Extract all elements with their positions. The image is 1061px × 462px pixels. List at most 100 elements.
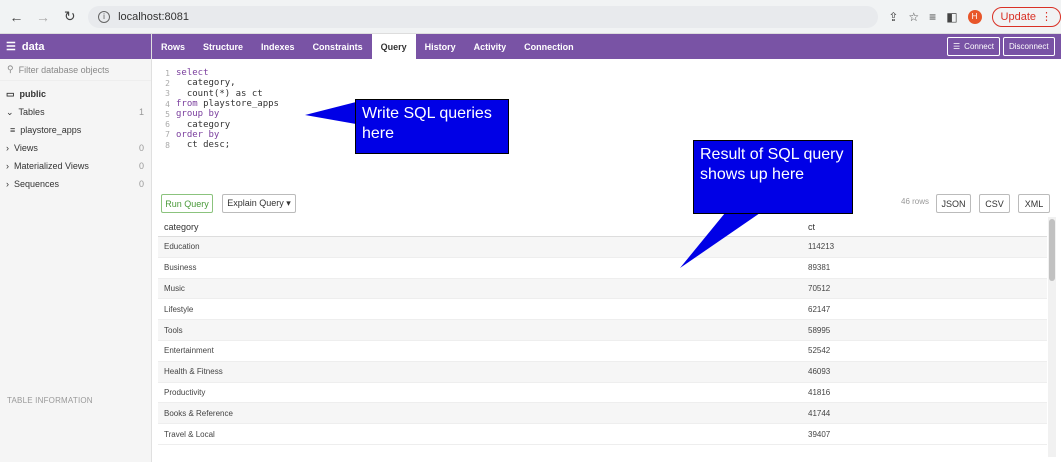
reload-icon[interactable]: ↻ [59,6,80,28]
cell-ct[interactable]: 41744 [802,409,1047,418]
table-row[interactable]: Tools 58995 [158,320,1047,341]
rows-count: 46 rows [901,197,930,206]
folder-icon: ▭ [6,88,15,99]
sidebar-item-label: Tables [18,107,45,117]
editor-line[interactable]: 3 count(*) as ct [152,89,1061,99]
tab-constraints[interactable]: Constraints [304,34,372,59]
table-information-label: TABLE INFORMATION [7,396,93,405]
write-sql-callout: Write SQL queries here [355,99,509,154]
column-header-category[interactable]: category [158,222,802,232]
cell-ct[interactable]: 70512 [802,284,1047,293]
table-row[interactable]: Business 89381 [158,258,1047,279]
back-icon[interactable]: ← [6,6,27,28]
tab-structure[interactable]: Structure [194,34,252,59]
main-panel: Rows Structure Indexes Constraints Query… [152,34,1061,462]
table-row[interactable]: Books & Reference 41744 [158,403,1047,425]
disconnect-button[interactable]: Disconnect [1003,37,1055,56]
run-query-button[interactable]: Run Query [161,194,213,213]
table-row[interactable]: Education 114213 [158,237,1047,258]
sidepanel-icon[interactable]: ◧ [946,10,957,24]
playlist-icon[interactable]: ≡ [929,10,936,24]
cell-ct[interactable]: 58995 [802,326,1047,335]
cell-category[interactable]: Education [158,242,802,251]
scrollbar-thumb[interactable] [1049,219,1055,281]
cell-category[interactable]: Travel & Local [158,430,802,439]
top-nav: Rows Structure Indexes Constraints Query… [152,34,1061,59]
share-icon[interactable]: ⇪ [888,10,898,24]
line-number: 4 [165,99,170,109]
tab-activity[interactable]: Activity [465,34,516,59]
avatar[interactable]: H [967,9,982,24]
cell-ct[interactable]: 39407 [802,430,1047,439]
editor-line[interactable]: 7 order by [152,130,1061,140]
cell-category[interactable]: Business [158,263,802,272]
sidebar-header[interactable]: ☰ data [0,34,151,59]
cell-ct[interactable]: 114213 [802,242,1047,251]
sidebar-item-count: 0 [138,179,144,189]
editor-line[interactable]: 6 category [152,119,1061,130]
tab-rows[interactable]: Rows [152,34,194,59]
line-number: 6 [165,120,170,130]
table-icon: ≡ [10,125,16,135]
sql-editor[interactable]: 1 select 2 category, 3 count(*) as ct 4 from … [152,59,1061,189]
editor-line[interactable]: 4 from playstore_apps [152,99,1061,109]
forward-icon[interactable]: → [33,6,54,28]
editor-line[interactable]: 1 select [152,68,1061,78]
cell-category[interactable]: Entertainment [158,346,802,355]
sidebar-item-materialized-views[interactable]: › Materialized Views 0 [0,157,151,175]
filter-input[interactable]: ⚲ Filter database objects [0,59,151,81]
sidebar-item-count: 0 [138,143,144,153]
table-row[interactable]: Productivity 41816 [158,383,1047,404]
tab-query[interactable]: Query [371,34,416,59]
sidebar-item-views[interactable]: › Views 0 [0,139,151,157]
sql-keyword: from [176,99,198,110]
explain-query-button[interactable]: Explain Query ▾ [222,194,296,213]
update-button[interactable]: Update ⋮ [991,6,1061,27]
sidebar-item-sequences[interactable]: › Sequences 0 [0,175,151,193]
address-bar[interactable]: i localhost:8081 [88,5,879,28]
cell-category[interactable]: Tools [158,326,802,335]
tab-connection[interactable]: Connection [515,34,583,59]
line-number: 8 [165,140,170,150]
table-row[interactable]: Travel & Local 39407 [158,424,1047,445]
sidebar-item-playstore-apps[interactable]: ≡ playstore_apps [0,121,151,139]
cell-ct[interactable]: 46093 [802,367,1047,376]
table-row[interactable]: Lifestyle 62147 [158,299,1047,321]
site-info-icon[interactable]: i [98,10,111,23]
tab-indexes[interactable]: Indexes [252,34,304,59]
editor-line[interactable]: 8 ct desc; [152,140,1061,150]
results-scrollbar[interactable] [1048,217,1056,457]
table-row[interactable]: Music 70512 [158,278,1047,300]
database-icon: ☰ [6,41,16,53]
table-row[interactable]: Health & Fitness 46093 [158,361,1047,383]
cell-category[interactable]: Music [158,284,802,293]
line-number: 1 [165,68,170,78]
results-grid: category ct Education 114213 Business 89381… [158,217,1047,462]
connect-button[interactable]: ☰ Connect [947,37,1000,56]
result-callout-text: Result of SQL query shows up here [700,146,844,183]
tab-history[interactable]: History [416,34,465,59]
database-icon: ☰ [953,42,961,51]
schema-name: public [19,89,47,99]
cell-category[interactable]: Books & Reference [158,409,802,418]
star-icon[interactable]: ☆ [908,10,919,24]
line-number: 2 [165,78,170,88]
json-export-button[interactable]: JSON [936,194,971,213]
write-sql-callout-text: Write SQL queries here [362,105,492,142]
cell-ct[interactable]: 89381 [802,263,1047,272]
cell-category[interactable]: Health & Fitness [158,367,802,376]
schema-selector[interactable]: ▭ public [0,85,151,103]
csv-export-button[interactable]: CSV [979,194,1010,213]
sidebar-item-tables[interactable]: ⌄ Tables 1 [0,103,151,121]
column-header-ct[interactable]: ct [802,222,1047,232]
editor-line[interactable]: 5 group by [152,109,1061,119]
line-number: 5 [165,109,170,119]
cell-ct[interactable]: 62147 [802,305,1047,314]
xml-export-button[interactable]: XML [1018,194,1050,213]
cell-ct[interactable]: 52542 [802,346,1047,355]
cell-category[interactable]: Productivity [158,388,802,397]
editor-line[interactable]: 2 category, [152,78,1061,88]
cell-category[interactable]: Lifestyle [158,305,802,314]
table-row[interactable]: Entertainment 52542 [158,341,1047,362]
cell-ct[interactable]: 41816 [802,388,1047,397]
